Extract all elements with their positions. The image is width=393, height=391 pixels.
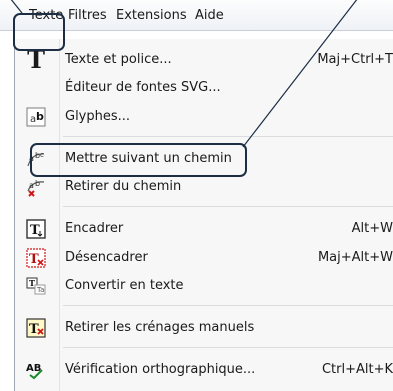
annotation-line-right [242,0,358,148]
annotation-lines [10,0,358,148]
annotation-line-left [10,0,23,14]
